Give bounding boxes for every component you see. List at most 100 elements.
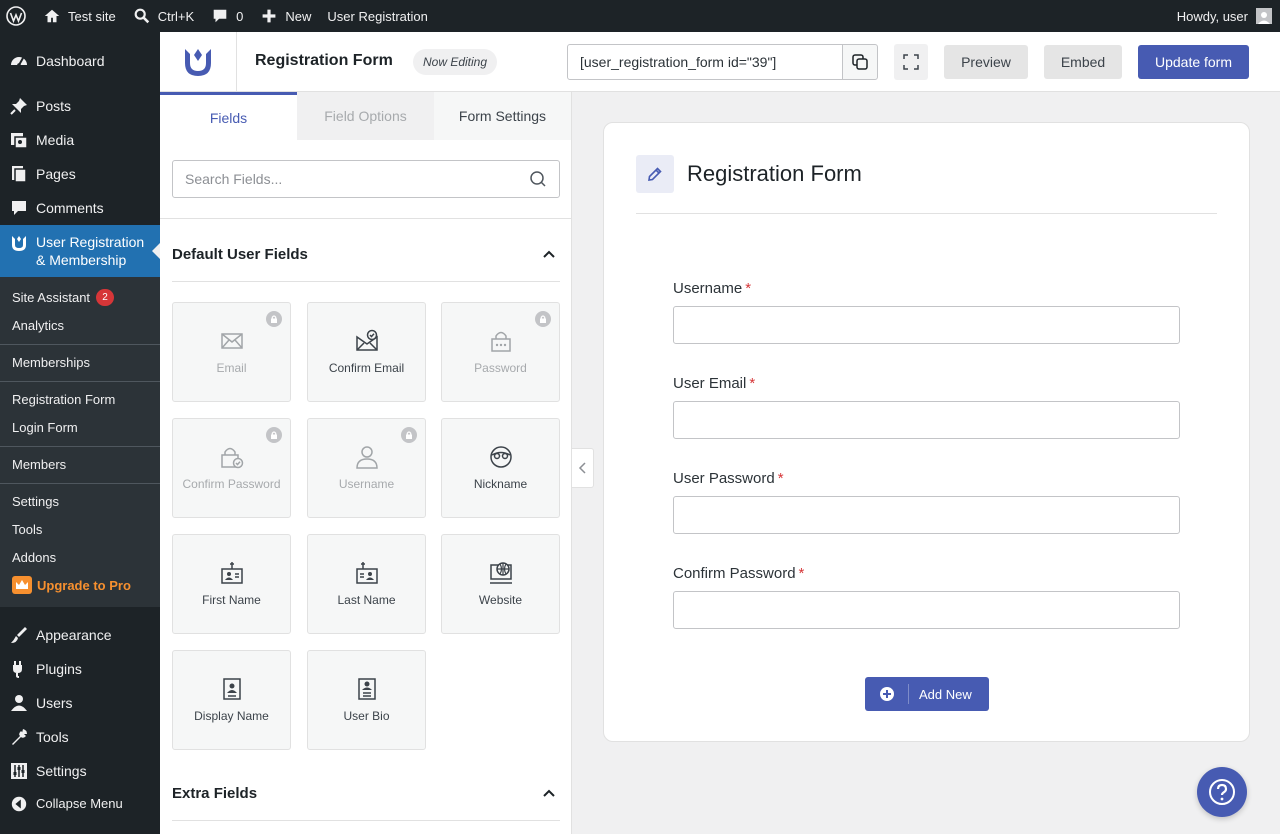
account-menu[interactable]: Howdy, user xyxy=(1177,8,1280,24)
plus-circle-icon xyxy=(865,684,909,704)
submenu-site-assistant[interactable]: Site Assistant 2 xyxy=(12,287,115,307)
user-icon xyxy=(0,693,36,713)
chevron-up-icon[interactable] xyxy=(542,247,556,261)
submenu-upgrade-to-pro[interactable]: Upgrade to Pro xyxy=(12,575,131,595)
submenu-login-form[interactable]: Login Form xyxy=(12,417,78,437)
edit-title-button[interactable] xyxy=(636,155,674,193)
preview-button[interactable]: Preview xyxy=(944,45,1028,79)
notification-badge: 2 xyxy=(96,288,115,306)
new-content-button[interactable]: New xyxy=(251,0,319,32)
globe-icon xyxy=(489,562,512,584)
sidebar-item-tools[interactable]: Tools xyxy=(0,720,160,754)
tab-field-options[interactable]: Field Options xyxy=(297,92,434,140)
paintbrush-icon xyxy=(0,625,36,645)
confirm-password-input[interactable] xyxy=(673,591,1180,629)
search-fields-box xyxy=(172,160,560,198)
envelope-check-icon xyxy=(355,329,378,351)
username-input[interactable] xyxy=(673,306,1180,344)
panel-tabs: Fields Field Options Form Settings xyxy=(160,92,571,140)
copy-shortcode-button[interactable] xyxy=(842,44,878,80)
sidebar-item-user-registration[interactable]: User Registration & Membership xyxy=(0,225,160,277)
lock-icon xyxy=(535,311,551,327)
submenu-settings[interactable]: Settings xyxy=(12,491,59,511)
submenu-tools[interactable]: Tools xyxy=(12,519,42,539)
embed-button[interactable]: Embed xyxy=(1044,45,1122,79)
sidebar-item-plugins[interactable]: Plugins xyxy=(0,652,160,686)
tab-fields[interactable]: Fields xyxy=(160,92,297,140)
sidebar-item-appearance[interactable]: Appearance xyxy=(0,618,160,652)
shortcode-field[interactable]: [user_registration_form id="39"] xyxy=(567,44,843,80)
submenu-divider xyxy=(0,446,160,447)
collapse-menu-button[interactable]: Collapse Menu xyxy=(0,787,160,821)
comment-icon xyxy=(210,6,230,26)
pencil-icon xyxy=(648,167,662,181)
wordpress-logo-button[interactable] xyxy=(0,0,34,32)
submenu-members[interactable]: Members xyxy=(12,454,66,474)
submenu-analytics[interactable]: Analytics xyxy=(12,315,64,335)
field-website[interactable]: Website xyxy=(441,534,560,634)
sidebar-item-pages[interactable]: Pages xyxy=(0,157,160,191)
user-password-input[interactable] xyxy=(673,496,1180,534)
status-badge: Now Editing xyxy=(413,49,498,75)
sidebar-item-media[interactable]: Media xyxy=(0,123,160,157)
field-first-name[interactable]: First Name xyxy=(172,534,291,634)
field-email[interactable]: Email xyxy=(172,302,291,402)
plugin-icon xyxy=(0,659,36,679)
lock-icon xyxy=(490,331,511,352)
pages-icon xyxy=(0,164,36,184)
chevron-left-icon xyxy=(578,462,586,474)
user-registration-icon xyxy=(0,233,36,253)
section-title-default-fields: Default User Fields xyxy=(172,246,308,263)
field-user-bio[interactable]: User Bio xyxy=(307,650,426,750)
lock-icon xyxy=(401,427,417,443)
form-canvas: Registration Form Username * User Email * … xyxy=(603,122,1250,742)
user-registration-submenu: Site Assistant 2 Analytics Memberships R… xyxy=(0,277,160,607)
field-display-name[interactable]: Display Name xyxy=(172,650,291,750)
crown-icon xyxy=(12,576,32,594)
dashboard-icon xyxy=(0,51,36,71)
howdy-greeting: Howdy, user xyxy=(1176,8,1248,24)
user-icon xyxy=(355,446,378,469)
field-password[interactable]: Password xyxy=(441,302,560,402)
plugin-logo xyxy=(160,32,237,92)
fields-panel: Fields Field Options Form Settings Defau… xyxy=(160,92,572,834)
user-registration-link[interactable]: User Registration xyxy=(319,0,435,32)
sidebar-item-users[interactable]: Users xyxy=(0,686,160,720)
field-username[interactable]: Username xyxy=(307,418,426,518)
collapse-panel-button[interactable] xyxy=(572,448,594,488)
fullscreen-button[interactable] xyxy=(894,44,928,80)
search-fields-input[interactable] xyxy=(185,171,529,187)
help-button[interactable] xyxy=(1197,767,1247,817)
avatar xyxy=(1256,8,1272,24)
submenu-addons[interactable]: Addons xyxy=(12,547,56,567)
chevron-up-icon[interactable] xyxy=(542,786,556,800)
comments-link[interactable]: 0 xyxy=(202,0,251,32)
tab-form-settings[interactable]: Form Settings xyxy=(434,92,571,140)
sidebar-item-settings[interactable]: Settings xyxy=(0,754,160,788)
id-badge-icon xyxy=(355,562,378,584)
user-email-input[interactable] xyxy=(673,401,1180,439)
field-nickname[interactable]: Nickname xyxy=(441,418,560,518)
question-icon xyxy=(1209,779,1235,805)
comment-icon xyxy=(0,198,36,218)
sidebar-item-dashboard[interactable]: Dashboard xyxy=(0,44,160,78)
collapse-arrow-icon xyxy=(0,795,36,813)
search-shortcut: Ctrl+K xyxy=(157,8,195,24)
id-card-icon xyxy=(222,678,241,700)
submenu-registration-form[interactable]: Registration Form xyxy=(12,389,115,409)
field-confirm-email[interactable]: Confirm Email xyxy=(307,302,426,402)
sidebar-item-posts[interactable]: Posts xyxy=(0,89,160,123)
lock-check-icon xyxy=(220,447,243,469)
required-asterisk: * xyxy=(798,565,805,582)
submenu-memberships[interactable]: Memberships xyxy=(12,352,90,372)
update-form-button[interactable]: Update form xyxy=(1138,45,1249,79)
comments-count: 0 xyxy=(236,8,244,24)
field-confirm-password[interactable]: Confirm Password xyxy=(172,418,291,518)
add-new-button[interactable]: Add New xyxy=(865,677,989,711)
field-last-name[interactable]: Last Name xyxy=(307,534,426,634)
command-search-button[interactable]: Ctrl+K xyxy=(124,0,202,32)
sidebar-item-comments[interactable]: Comments xyxy=(0,191,160,225)
panel-divider xyxy=(160,218,571,219)
home-icon xyxy=(42,6,62,26)
site-name-link[interactable]: Test site xyxy=(34,0,124,32)
